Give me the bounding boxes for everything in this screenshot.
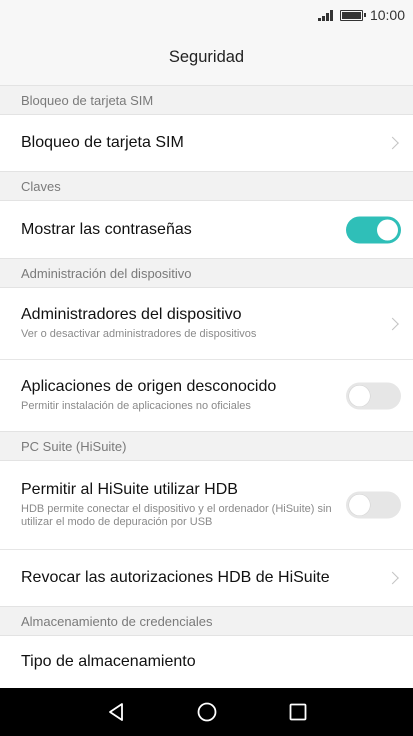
hisuite-hdb-item[interactable]: Permitir al HiSuite utilizar HDB HDB per…	[0, 461, 413, 549]
settings-list[interactable]: Bloqueo de tarjeta SIM Bloqueo de tarjet…	[0, 85, 413, 688]
sim-lock-item[interactable]: Bloqueo de tarjeta SIM	[0, 115, 413, 171]
unknown-sources-item[interactable]: Aplicaciones de origen desconocido Permi…	[0, 359, 413, 431]
item-label: Revocar las autorizaciones HDB de HiSuit…	[21, 569, 330, 586]
back-button[interactable]	[92, 692, 140, 732]
section-title: Almacenamiento de credenciales	[21, 613, 213, 629]
back-icon	[108, 703, 123, 721]
show-passwords-item[interactable]: Mostrar las contraseñas	[0, 201, 413, 258]
title-bar: Seguridad	[0, 30, 413, 85]
battery-icon	[339, 9, 366, 21]
navigation-bar	[0, 688, 413, 736]
signal-icon	[318, 9, 333, 21]
toggle-knob	[377, 219, 398, 240]
show-passwords-toggle[interactable]	[346, 216, 401, 243]
section-header-hisuite: PC Suite (HiSuite)	[0, 431, 413, 461]
unknown-sources-toggle[interactable]	[346, 382, 401, 409]
item-subtitle: Ver o desactivar administradores de disp…	[21, 327, 257, 340]
item-label: Bloqueo de tarjeta SIM	[21, 134, 184, 151]
toggle-knob	[349, 385, 370, 406]
item-subtitle: HDB permite conectar el dispositivo y el…	[21, 502, 332, 528]
item-label: Mostrar las contraseñas	[21, 220, 192, 238]
hisuite-hdb-toggle[interactable]	[346, 491, 401, 519]
section-title: Administración del dispositivo	[21, 265, 192, 281]
chevron-right-icon	[386, 317, 399, 330]
chevron-right-icon	[386, 136, 399, 150]
toggle-knob	[349, 494, 370, 516]
status-time: 10:00	[369, 7, 405, 23]
item-label: Administradores del dispositivo	[21, 305, 242, 323]
page-title: Seguridad	[168, 48, 245, 66]
home-button[interactable]	[183, 692, 231, 732]
recents-button[interactable]	[274, 692, 322, 732]
item-label: Aplicaciones de origen desconocido	[21, 377, 277, 395]
section-title: Claves	[21, 178, 61, 194]
section-title: PC Suite (HiSuite)	[21, 438, 127, 454]
home-icon	[197, 702, 216, 722]
recents-icon	[289, 703, 306, 721]
section-header-device-admin: Administración del dispositivo	[0, 258, 413, 288]
item-label: Tipo de almacenamiento	[21, 653, 196, 670]
chevron-right-icon	[386, 571, 399, 585]
device-admins-item[interactable]: Administradores del dispositivo Ver o de…	[0, 288, 413, 359]
item-label: Permitir al HiSuite utilizar HDB	[21, 480, 238, 498]
section-header-passwords: Claves	[0, 171, 413, 201]
item-subtitle: Permitir instalación de aplicaciones no …	[21, 399, 251, 412]
revoke-hdb-item[interactable]: Revocar las autorizaciones HDB de HiSuit…	[0, 549, 413, 606]
status-bar: 10:00	[0, 0, 413, 30]
section-header-sim: Bloqueo de tarjeta SIM	[0, 85, 413, 115]
section-header-credentials: Almacenamiento de credenciales	[0, 606, 413, 636]
storage-type-item[interactable]: Tipo de almacenamiento	[0, 636, 413, 688]
section-title: Bloqueo de tarjeta SIM	[21, 92, 154, 108]
